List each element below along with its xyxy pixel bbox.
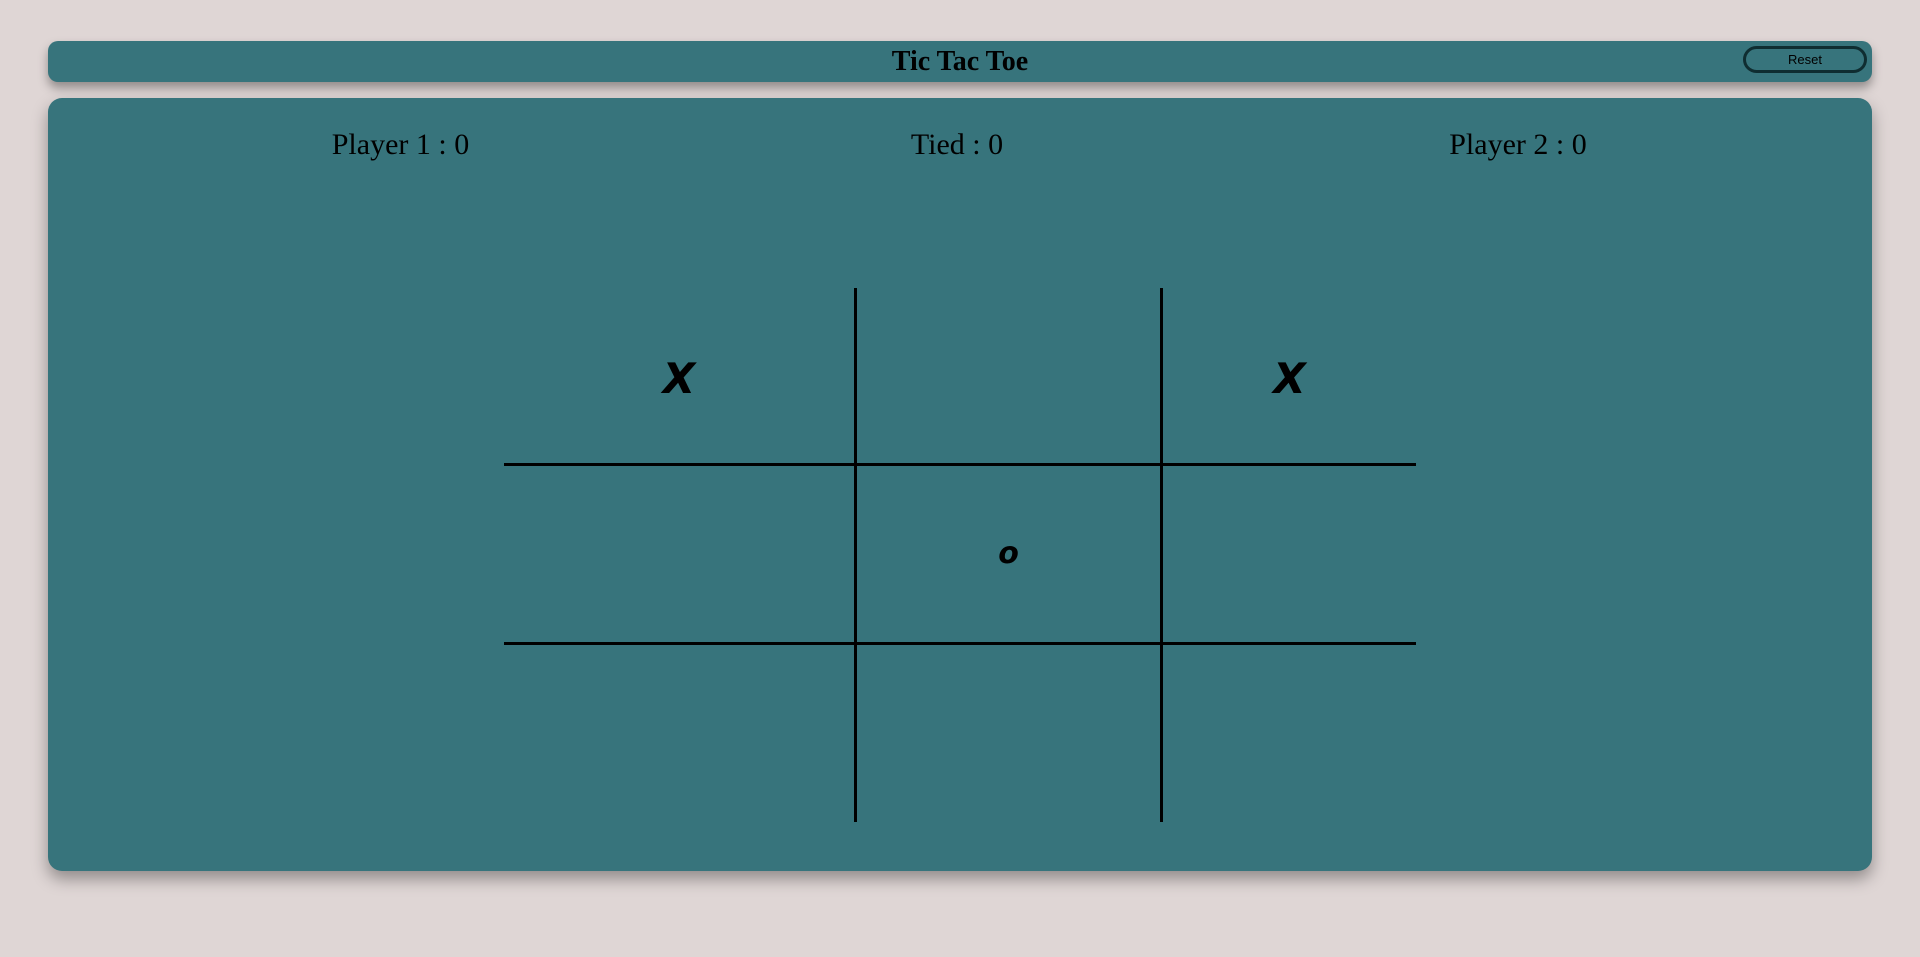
game-title: Tic Tac Toe bbox=[891, 46, 1029, 77]
game-panel: Player 1 : 0 Tied : 0 Player 2 : 0 X X o bbox=[48, 98, 1872, 871]
board-cell-6[interactable] bbox=[504, 645, 854, 822]
reset-button[interactable]: Reset bbox=[1743, 46, 1867, 73]
cell-mark: X bbox=[1273, 353, 1306, 403]
tied-score: Tied : 0 bbox=[910, 128, 1004, 161]
board-cell-2[interactable]: X bbox=[1163, 288, 1416, 463]
player1-score: Player 1 : 0 bbox=[331, 128, 470, 161]
board-cell-3[interactable] bbox=[504, 466, 854, 642]
board-cell-0[interactable]: X bbox=[504, 288, 854, 463]
board-cell-5[interactable] bbox=[1163, 466, 1416, 642]
board-cell-7[interactable] bbox=[857, 645, 1160, 822]
header-bar: Tic Tac Toe Reset bbox=[48, 41, 1872, 82]
board-cell-1[interactable] bbox=[857, 288, 1160, 463]
player2-score: Player 2 : 0 bbox=[1449, 128, 1587, 161]
cell-mark: X bbox=[662, 353, 696, 403]
game-board: X X o bbox=[504, 288, 1416, 822]
board-cell-8[interactable] bbox=[1163, 645, 1416, 822]
cell-mark: o bbox=[998, 536, 1019, 571]
board-cell-4[interactable]: o bbox=[857, 466, 1160, 642]
